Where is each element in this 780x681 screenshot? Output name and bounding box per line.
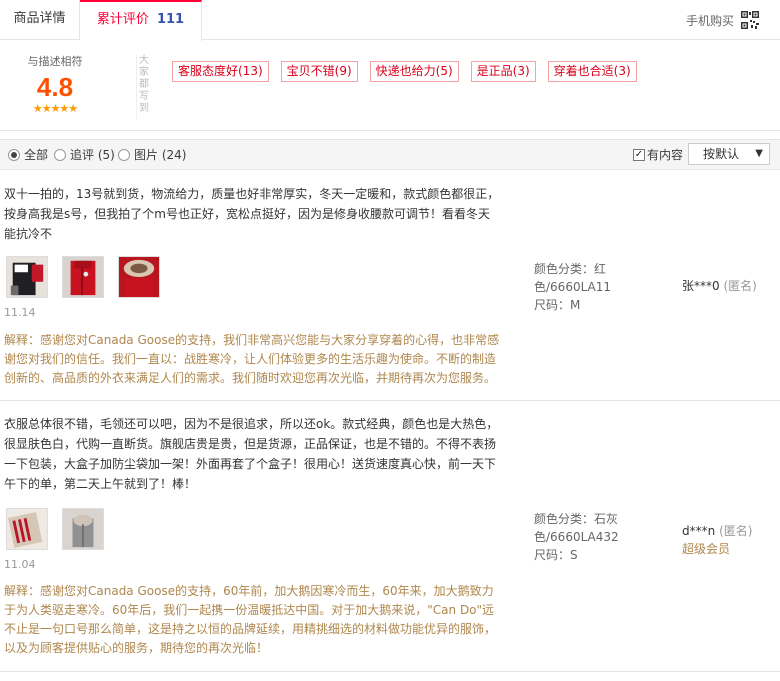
seller-reply: 解释：感谢您对Canada Goose的支持，我们非常高兴您能与大家分享穿着的心… (4, 333, 500, 385)
tab-reviews-count: 111 (156, 12, 185, 27)
tab-reviews[interactable]: 累计评价 111 (80, 0, 202, 41)
tab-bar: 商品详情 累计评价 111 手机购买 (0, 0, 780, 41)
reviewer-info: 张***0 (匿名) (682, 277, 757, 295)
mobile-buy-label: 手机购买 (685, 13, 734, 28)
anonymous-label: (匿名) (719, 524, 753, 538)
review-item: 衣服总体很不错，毛领还可以吧，因为不是很追求，所以还ok。款式经典，颜色也是大热… (0, 402, 780, 672)
review-photo-thumbnail[interactable] (6, 256, 48, 298)
filter-all-label: 全部 (24, 148, 49, 162)
member-level: 超级会员 (682, 542, 731, 556)
anonymous-label: (匿名) (723, 279, 757, 293)
score-value: 4.8 (36, 72, 74, 102)
review-photo-thumbnail[interactable] (62, 256, 104, 298)
reviewer-name: d***n (682, 524, 716, 538)
rating-summary: 与描述相符 4.8 ★★★★★ 大家都写到 客服态度好(13) 宝贝不错(9) … (0, 41, 780, 131)
tag-good-fit[interactable]: 穿着也合适(3) (547, 61, 637, 82)
sku-color: 颜色分类：石灰色/6660LA432 (534, 512, 619, 544)
filter-all-radio[interactable]: 全部 (8, 146, 48, 163)
sku-info: 颜色分类：红色/6660LA11 尺码：M (534, 260, 624, 314)
score-box: 与描述相符 4.8 ★★★★★ (10, 53, 100, 115)
impression-tags: 客服态度好(13) 宝贝不错(9) 快递也给力(5) 是正品(3) 穿着也合适(… (172, 61, 649, 82)
review-date: 11.04 (4, 558, 36, 571)
tab-reviews-label: 累计评价 (96, 12, 149, 27)
tags-heading: 大家都写到 (136, 55, 149, 119)
review-filter-bar: 全部 追评 (5) 图片 (24) ✓ 有内容 按默认 ▼ (0, 139, 780, 170)
sort-selected-value: 按默认 (703, 147, 740, 161)
has-content-label: 有内容 (647, 148, 684, 162)
filter-pictures-label: 图片 (24) (134, 148, 187, 162)
qr-code-icon (740, 10, 760, 30)
tag-item-good[interactable]: 宝贝不错(9) (280, 61, 358, 82)
review-photos (6, 508, 118, 550)
mobile-buy-button[interactable]: 手机购买 (686, 8, 760, 32)
tag-service-attitude[interactable]: 客服态度好(13) (172, 61, 269, 82)
star-rating-icon: ★★★★★ (32, 102, 78, 115)
review-item: 双十一拍的，13号就到货，物流给力，质量也好非常厚实，冬天一定暖和，款式颜色都很… (0, 172, 780, 401)
has-content-checkbox[interactable]: ✓ 有内容 (633, 146, 683, 163)
sort-dropdown[interactable]: 按默认 ▼ (688, 143, 770, 165)
chevron-down-icon: ▼ (755, 148, 763, 159)
radio-checked-icon (8, 148, 20, 161)
filter-followup-radio[interactable]: 追评 (5) (54, 146, 115, 163)
review-photo-thumbnail[interactable] (62, 508, 104, 550)
tab-product-details[interactable]: 商品详情 (0, 0, 80, 40)
radio-icon (54, 148, 66, 161)
checkmark-icon: ✓ (633, 148, 645, 161)
review-photos (6, 256, 174, 298)
sku-size: 尺码：S (534, 548, 578, 562)
review-photo-thumbnail[interactable] (118, 256, 160, 298)
sku-size: 尺码：M (534, 298, 581, 312)
radio-icon (118, 148, 130, 161)
review-date: 11.14 (4, 306, 36, 319)
filter-followup-label: 追评 (5) (70, 148, 115, 162)
reviewer-name: 张***0 (682, 279, 720, 293)
score-caption: 与描述相符 (27, 55, 83, 68)
review-text: 双十一拍的，13号就到货，物流给力，质量也好非常厚实，冬天一定暖和，款式颜色都很… (4, 187, 500, 241)
filter-pictures-radio[interactable]: 图片 (24) (118, 146, 186, 163)
sku-info: 颜色分类：石灰色/6660LA432 尺码：S (534, 510, 624, 564)
review-text: 衣服总体很不错，毛领还可以吧，因为不是很追求，所以还ok。款式经典，颜色也是大热… (4, 417, 499, 491)
tag-genuine[interactable]: 是正品(3) (470, 61, 536, 82)
sku-color: 颜色分类：红色/6660LA11 (534, 262, 612, 294)
reviewer-info: d***n (匿名) 超级会员 (682, 522, 752, 558)
seller-reply: 解释：感谢您对Canada Goose的支持，60年前，加大鹅因寒冷而生，60年… (4, 584, 497, 655)
review-photo-thumbnail[interactable] (6, 508, 48, 550)
tag-fast-delivery[interactable]: 快递也给力(5) (369, 61, 459, 82)
